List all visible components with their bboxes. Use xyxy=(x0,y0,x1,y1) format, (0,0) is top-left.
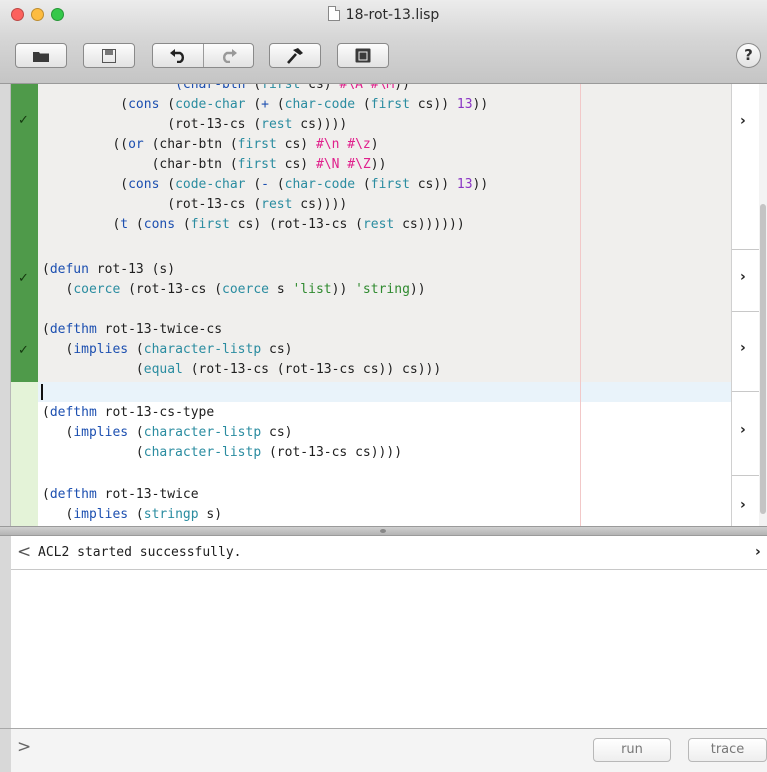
hammer-icon xyxy=(287,47,303,64)
code-block-1[interactable]: ✓ (char-btn (first cs) #\A #\M)) (cons (… xyxy=(11,84,731,250)
code-lines[interactable]: (defthm rot-13-twice (implies (stringp s… xyxy=(42,485,222,525)
redo-icon xyxy=(223,48,237,63)
current-line-highlight xyxy=(38,382,731,402)
previous-output-button[interactable]: < xyxy=(17,542,31,562)
chevron-right-icon: › xyxy=(740,113,746,129)
code-line: (implies (stringp s) xyxy=(42,507,223,522)
output-message: ACL2 started successfully. xyxy=(38,545,242,560)
input-left-edge xyxy=(0,729,11,772)
code-line: (defthm rot-13-twice xyxy=(42,487,199,502)
repl-input-bar: > run trace xyxy=(0,728,767,772)
code-line: (defthm rot-13-twice-cs xyxy=(42,322,223,337)
code-line: (defun rot-13 (s) xyxy=(42,262,176,277)
output-message-row[interactable]: < ACL2 started successfully. › xyxy=(11,536,767,570)
repl-input-field[interactable] xyxy=(38,735,578,763)
code-line: (equal (rot-13-cs (rot-13-cs cs)) cs))) xyxy=(42,362,442,377)
chevron-right-icon: › xyxy=(740,269,746,285)
save-button[interactable] xyxy=(83,43,135,68)
splitter-grip-icon[interactable] xyxy=(380,529,386,533)
code-lines[interactable]: (char-btn (first cs) #\A #\M)) (cons (co… xyxy=(42,84,488,235)
chevron-right-icon: › xyxy=(740,422,746,438)
save-icon xyxy=(102,48,116,63)
code-block-4[interactable]: (defthm rot-13-cs-type (implies (charact… xyxy=(11,402,731,476)
code-block-2[interactable]: ✓ (defun rot-13 (s) (coerce (rot-13-cs (… xyxy=(11,250,731,312)
pending-gutter xyxy=(11,402,38,476)
chevron-right-icon: › xyxy=(740,340,746,356)
code-line: (cons (code-char (+ (char-code (first cs… xyxy=(42,97,489,112)
expand-block-4-button[interactable]: › xyxy=(732,392,760,476)
toolbar: ? xyxy=(0,38,767,84)
window-title: 18-rot-13.lisp xyxy=(345,7,440,23)
code-lines[interactable]: (defun rot-13 (s) (coerce (rot-13-cs (co… xyxy=(42,260,426,300)
prompt-symbol: > xyxy=(17,737,32,757)
code-line: ((or (char-btn (first cs) #\n #\z) xyxy=(42,137,379,152)
code-line: (implies (character-listp cs) xyxy=(42,425,293,440)
proved-gutter xyxy=(11,84,38,250)
check-icon: ✓ xyxy=(18,343,29,358)
editor-scrollbar[interactable] xyxy=(759,84,767,526)
trace-button[interactable]: trace xyxy=(688,738,767,762)
scrollbar-thumb[interactable] xyxy=(760,204,766,514)
code-lines[interactable]: (defthm rot-13-cs-type (implies (charact… xyxy=(42,403,402,463)
open-button[interactable] xyxy=(15,43,67,68)
expand-block-2-button[interactable]: › xyxy=(732,250,760,312)
run-button[interactable]: run xyxy=(593,738,671,762)
folder-icon xyxy=(33,51,49,62)
code-lines[interactable]: (defthm rot-13-twice-cs (implies (charac… xyxy=(42,320,441,380)
document-icon xyxy=(327,6,340,21)
redo-button[interactable] xyxy=(204,44,254,67)
expander-column: › › › › › xyxy=(731,84,760,526)
help-button[interactable]: ? xyxy=(736,43,761,68)
expand-block-1-button[interactable]: › xyxy=(732,84,760,250)
code-block-5[interactable]: (defthm rot-13-twice (implies (stringp s… xyxy=(11,476,731,526)
editor-left-edge xyxy=(0,84,11,526)
code-line: (defthm rot-13-cs-type xyxy=(42,405,215,420)
code-line: (character-listp (rot-13-cs cs)))) xyxy=(42,445,403,460)
code-line: (char-btn (first cs) #\N #\Z)) xyxy=(42,157,387,172)
chevron-right-icon: › xyxy=(740,497,746,513)
editor-pane[interactable]: ✓ (char-btn (first cs) #\A #\M)) (cons (… xyxy=(0,84,767,526)
code-line: (char-btn (first cs) #\A #\M)) xyxy=(175,84,410,92)
check-icon: ✓ xyxy=(18,271,29,286)
undo-redo-segment xyxy=(152,43,254,68)
expand-output-button[interactable]: › xyxy=(755,544,761,560)
code-line: (rot-13-cs (rest cs)))) xyxy=(42,197,348,212)
text-caret xyxy=(41,384,43,400)
code-line: (rot-13-cs (rest cs)))) xyxy=(42,117,348,132)
code-line: (cons (code-char (- (char-code (first cs… xyxy=(42,177,489,192)
code-line: (coerce (rot-13-cs (coerce s 'list)) 'st… xyxy=(42,282,426,297)
window-title-wrap: 18-rot-13.lisp xyxy=(0,6,767,23)
code-line: (t (cons (first cs) (rot-13-cs (rest cs)… xyxy=(42,217,465,232)
right-margin-guide xyxy=(580,84,581,526)
undo-icon xyxy=(170,48,184,63)
expand-block-5-button[interactable]: › xyxy=(732,476,760,526)
build-button[interactable] xyxy=(269,43,321,68)
output-pane[interactable]: < ACL2 started successfully. › xyxy=(0,536,767,728)
console-button[interactable] xyxy=(337,43,389,68)
title-bar: 18-rot-13.lisp xyxy=(0,0,767,38)
code-line: (implies (character-listp cs) xyxy=(42,342,293,357)
output-left-edge xyxy=(0,536,11,728)
expand-block-3-button[interactable]: › xyxy=(732,312,760,392)
undo-button[interactable] xyxy=(153,44,203,67)
code-block-3[interactable]: ✓ (defthm rot-13-twice-cs (implies (char… xyxy=(11,312,731,382)
pane-splitter[interactable] xyxy=(0,526,767,536)
pending-gutter xyxy=(11,476,38,526)
console-icon xyxy=(355,48,371,63)
check-icon: ✓ xyxy=(18,113,29,128)
